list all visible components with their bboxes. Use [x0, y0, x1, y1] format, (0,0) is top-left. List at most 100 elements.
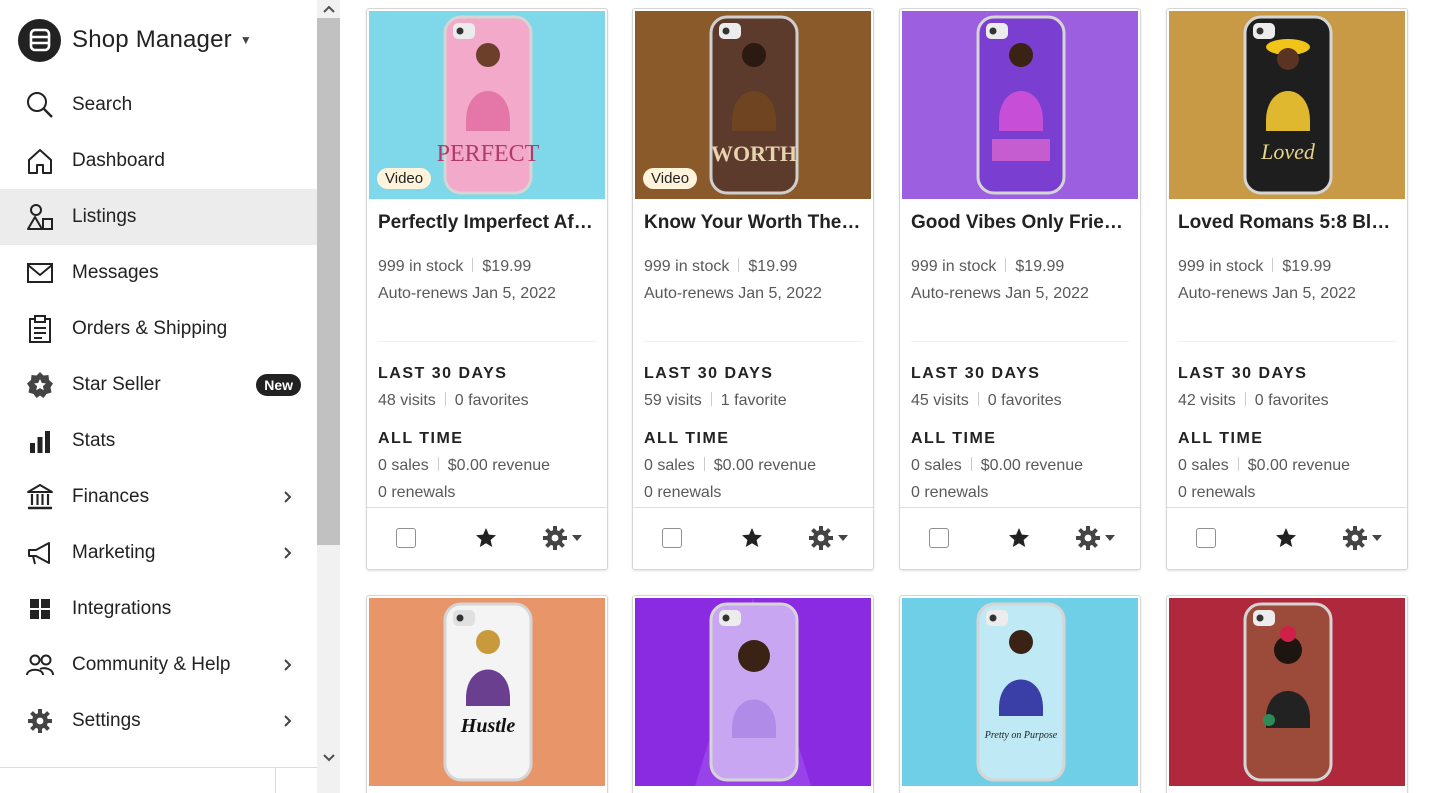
- sidebar-item-integrations[interactable]: Integrations: [0, 581, 317, 637]
- shop-logo-icon: [18, 18, 61, 62]
- stock-price-line: 999 in stock $19.99: [911, 258, 1064, 276]
- price: $19.99: [748, 258, 798, 275]
- listing-options-gear-icon[interactable]: [1342, 525, 1386, 551]
- card-divider: [378, 341, 596, 342]
- listing-title[interactable]: Loved Romans 5:8 Bla…: [1178, 212, 1400, 234]
- last-30-days-heading: LAST 30 DAYS: [378, 365, 508, 382]
- caret-down-icon: ▼: [239, 33, 252, 47]
- select-checkbox[interactable]: [662, 528, 682, 548]
- video-badge: Video: [377, 168, 432, 189]
- shop-manager-switcher[interactable]: Shop Manager ▼: [18, 18, 252, 62]
- bar-chart-icon: [24, 425, 56, 457]
- stock-price-line: 999 in stock $19.99: [644, 258, 797, 276]
- listing-title[interactable]: Perfectly Imperfect Afr…: [378, 212, 600, 234]
- sidebar-item-search[interactable]: Search: [0, 77, 317, 133]
- revenue-amount: $0.00 revenue: [1247, 457, 1351, 474]
- listing-card[interactable]: Good Vibes Only Frien… 999 in stock $19.9…: [899, 8, 1141, 570]
- svg-text:Pretty on Purpose: Pretty on Purpose: [984, 730, 1058, 741]
- listings-grid: PERFECT Video Perfectly Imperfect Afr… 9…: [340, 0, 1440, 793]
- star-badge-icon: [24, 369, 56, 401]
- sidebar-item-listings[interactable]: Listings: [0, 189, 317, 245]
- revenue-amount: $0.00 revenue: [447, 457, 551, 474]
- listing-title[interactable]: Know Your Worth Then…: [644, 212, 866, 234]
- sidebar: Shop Manager ▼ Search Dashboard Listings: [0, 0, 317, 793]
- auto-renew-date: Auto-renews Jan 5, 2022: [911, 285, 1089, 302]
- card-divider: [911, 341, 1129, 342]
- sidebar-item-settings[interactable]: Settings: [0, 693, 317, 749]
- all-time-heading: ALL TIME: [378, 430, 464, 447]
- grid-icon: [24, 593, 56, 625]
- listing-card[interactable]: WORTH Video Know Your Worth Then… 999 in…: [632, 8, 874, 570]
- sidebar-item-label: Marketing: [72, 542, 156, 563]
- select-checkbox[interactable]: [929, 528, 949, 548]
- feature-star-icon[interactable]: [1007, 526, 1031, 550]
- listing-image[interactable]: Hustle: [369, 598, 605, 786]
- sidebar-item-orders[interactable]: Orders & Shipping: [0, 301, 317, 357]
- visits-count: 42 visits: [1178, 392, 1236, 409]
- sidebar-item-finances[interactable]: Finances: [0, 469, 317, 525]
- sidebar-item-community[interactable]: Community & Help: [0, 637, 317, 693]
- sidebar-item-dashboard[interactable]: Dashboard: [0, 133, 317, 189]
- favorites-count: 1 favorite: [720, 392, 787, 409]
- clipboard-icon: [24, 313, 56, 345]
- stock-count: 999 in stock: [378, 258, 464, 275]
- visits-count: 48 visits: [378, 392, 436, 409]
- listing-card[interactable]: [632, 595, 874, 793]
- listing-title[interactable]: Good Vibes Only Frien…: [911, 212, 1133, 234]
- visits-favorites-line: 45 visits 0 favorites: [911, 392, 1062, 410]
- svg-text:Loved: Loved: [1260, 139, 1316, 164]
- sales-revenue-line: 0 sales $0.00 revenue: [1178, 457, 1350, 475]
- sidebar-nav: Search Dashboard Listings Messages Order…: [0, 77, 317, 749]
- price: $19.99: [1015, 258, 1065, 275]
- sidebar-item-stats[interactable]: Stats: [0, 413, 317, 469]
- app-title: Shop Manager: [72, 26, 232, 53]
- card-divider: [644, 341, 862, 342]
- listing-image[interactable]: Loved: [1169, 11, 1405, 199]
- sidebar-item-star-seller[interactable]: Star Seller New: [0, 357, 317, 413]
- feature-star-icon[interactable]: [474, 526, 498, 550]
- card-actions: [367, 507, 607, 569]
- feature-star-icon[interactable]: [740, 526, 764, 550]
- feature-star-icon[interactable]: [1274, 526, 1298, 550]
- sidebar-item-marketing[interactable]: Marketing: [0, 525, 317, 581]
- listing-options-gear-icon[interactable]: [1075, 525, 1119, 551]
- sidebar-item-messages[interactable]: Messages: [0, 245, 317, 301]
- sidebar-item-label: Finances: [72, 486, 150, 507]
- scroll-down-arrow-icon[interactable]: [320, 749, 337, 766]
- favorites-count: 0 favorites: [1254, 392, 1329, 409]
- sidebar-item-label: Settings: [72, 710, 141, 731]
- stock-count: 999 in stock: [644, 258, 730, 275]
- renewals-count: 0 renewals: [644, 484, 722, 501]
- people-icon: [24, 649, 56, 681]
- sales-count: 0 sales: [644, 457, 695, 474]
- select-checkbox[interactable]: [1196, 528, 1216, 548]
- listing-options-gear-icon[interactable]: [808, 525, 852, 551]
- listing-card[interactable]: Hustle: [366, 595, 608, 793]
- sidebar-item-label: Dashboard: [72, 150, 165, 171]
- auto-renew-date: Auto-renews Jan 5, 2022: [378, 285, 556, 302]
- visits-count: 59 visits: [644, 392, 702, 409]
- listing-image[interactable]: [902, 11, 1138, 199]
- visits-favorites-line: 59 visits 1 favorite: [644, 392, 787, 410]
- scroll-up-arrow-icon[interactable]: [320, 0, 337, 17]
- sidebar-scrollbar[interactable]: [317, 0, 340, 793]
- sidebar-divider-vertical: [275, 768, 276, 793]
- listing-image[interactable]: [1169, 598, 1405, 786]
- visits-count: 45 visits: [911, 392, 969, 409]
- select-checkbox[interactable]: [396, 528, 416, 548]
- favorites-count: 0 favorites: [987, 392, 1062, 409]
- sidebar-item-label: Search: [72, 94, 133, 115]
- listing-image[interactable]: Pretty on Purpose: [902, 598, 1138, 786]
- listing-card[interactable]: PERFECT Video Perfectly Imperfect Afr… 9…: [366, 8, 608, 570]
- listing-image[interactable]: [635, 598, 871, 786]
- listing-card[interactable]: [1166, 595, 1408, 793]
- sidebar-item-label: Integrations: [72, 598, 172, 619]
- sidebar-item-label: Listings: [72, 206, 137, 227]
- visits-favorites-line: 48 visits 0 favorites: [378, 392, 529, 410]
- listing-options-gear-icon[interactable]: [542, 525, 586, 551]
- listing-card[interactable]: Loved Loved Romans 5:8 Bla… 999 in stock…: [1166, 8, 1408, 570]
- renewals-count: 0 renewals: [378, 484, 456, 501]
- listing-card[interactable]: Pretty on Purpose: [899, 595, 1141, 793]
- all-time-heading: ALL TIME: [1178, 430, 1264, 447]
- scroll-thumb[interactable]: [317, 18, 340, 545]
